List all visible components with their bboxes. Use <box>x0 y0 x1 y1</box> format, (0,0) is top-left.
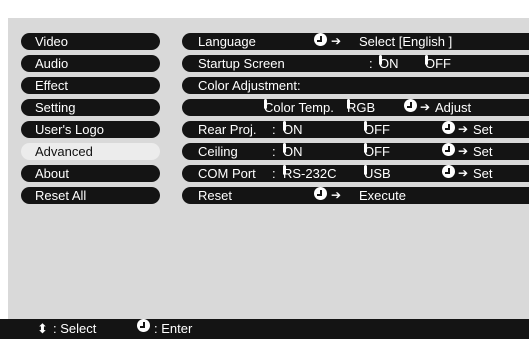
rear-proj-arrow-icon: ➔ <box>458 122 469 136</box>
language-arrow-icon: ➔ <box>331 34 342 48</box>
reset-execute-button[interactable]: Execute <box>359 187 406 204</box>
startup-screen-label: Startup Screen <box>198 56 285 71</box>
reset-arrow-icon: ➔ <box>331 188 342 202</box>
rear-proj-on-label: ON <box>283 122 303 137</box>
rear-proj-set-button[interactable]: Set <box>473 121 493 138</box>
menu-item-advanced[interactable]: Advanced <box>21 143 160 160</box>
projector-osd-screen: Video Audio Effect Setting User's Logo A… <box>0 0 529 339</box>
row-language[interactable]: Language ➔ Select [English ] <box>182 33 529 50</box>
row-startup-screen[interactable]: Startup Screen : ON OFF <box>182 55 529 72</box>
language-label: Language <box>198 34 256 49</box>
menu-item-effect[interactable]: Effect <box>21 77 160 94</box>
rear-proj-off-label: OFF <box>364 122 390 137</box>
ceiling-on-label: ON <box>283 144 303 159</box>
startup-screen-on-label: ON <box>379 56 399 71</box>
select-hint: : Select <box>53 321 97 336</box>
menu-item-reset-all[interactable]: Reset All <box>21 187 160 204</box>
row-com-port[interactable]: COM Port : RS-232C USB ➔ Set <box>182 165 529 182</box>
menu-item-video[interactable]: Video <box>21 33 160 50</box>
help-bar: ⬍ : Select : Enter <box>0 319 529 339</box>
ceiling-separator: : <box>272 144 276 159</box>
language-select-button[interactable]: Select [English ] <box>359 33 452 50</box>
com-port-usb-label: USB <box>364 166 391 181</box>
menu-item-audio[interactable]: Audio <box>21 55 160 72</box>
enter-hint: : Enter <box>154 321 193 336</box>
rear-proj-label: Rear Proj. <box>198 122 257 137</box>
row-color-adjustment: Color Adjustment: <box>182 77 529 94</box>
rgb-label: RGB <box>347 100 376 115</box>
row-ceiling[interactable]: Ceiling : ON OFF ➔ Set <box>182 143 529 160</box>
reset-label: Reset <box>198 188 232 203</box>
ceiling-label: Ceiling <box>198 144 238 159</box>
com-port-rs232c-label: RS-232C <box>283 166 337 181</box>
updown-arrows-icon-glyph: ⬍ <box>37 321 48 336</box>
color-adjust-arrow-icon: ➔ <box>420 100 431 114</box>
startup-screen-separator: : <box>369 56 373 71</box>
rear-proj-separator: : <box>272 122 276 137</box>
ceiling-set-button[interactable]: Set <box>473 143 493 160</box>
color-temp-label: Color Temp. <box>264 100 334 115</box>
com-port-separator: : <box>272 166 276 181</box>
color-adjustment-label: Color Adjustment: <box>198 78 301 93</box>
menu-item-about[interactable]: About <box>21 165 160 182</box>
com-port-label: COM Port <box>198 166 256 181</box>
menu-item-users-logo[interactable]: User's Logo <box>21 121 160 138</box>
row-color-adjustment-options[interactable]: Color Temp. RGB ➔ Adjust <box>182 99 529 116</box>
com-port-set-button[interactable]: Set <box>473 165 493 182</box>
color-adjust-button[interactable]: Adjust <box>435 99 471 116</box>
row-reset[interactable]: Reset ➔ Execute <box>182 187 529 204</box>
row-rear-proj[interactable]: Rear Proj. : ON OFF ➔ Set <box>182 121 529 138</box>
ceiling-off-label: OFF <box>364 144 390 159</box>
ceiling-arrow-icon: ➔ <box>458 144 469 158</box>
com-port-arrow-icon: ➔ <box>458 166 469 180</box>
menu-item-setting[interactable]: Setting <box>21 99 160 116</box>
startup-screen-off-label: OFF <box>425 56 451 71</box>
